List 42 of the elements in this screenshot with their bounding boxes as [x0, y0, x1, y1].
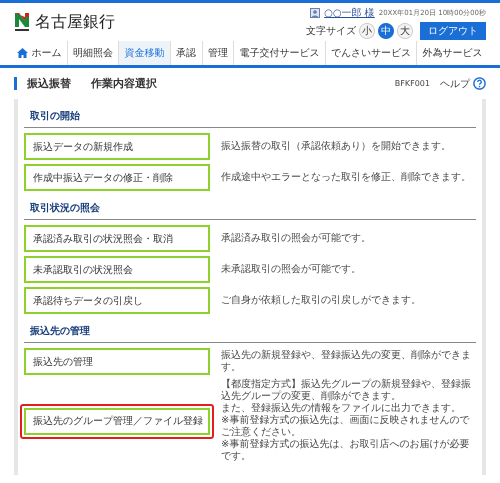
logout-button[interactable]: ログアウト [420, 22, 486, 40]
description-text: また、登録振込先の情報をファイルに出力できます。 [221, 403, 462, 414]
font-size-button[interactable]: 小 [359, 23, 375, 39]
nav-tab[interactable]: 承認 [170, 41, 202, 65]
action-button[interactable]: 振込先の管理 [24, 348, 210, 375]
user-name[interactable]: ○○一郎 様 [324, 6, 375, 20]
description-text: 振込先の新規登録や、登録振込先の変更、削除ができます。 [221, 350, 472, 374]
description-text: 振込振替の取引（承認依頼あり）を開始できます。 [221, 140, 452, 152]
home-icon [17, 48, 28, 58]
help-icon[interactable] [473, 77, 486, 90]
description-text: ご自身が依頼した取引の引戻しができます。 [221, 294, 422, 306]
action-button[interactable]: 未承認取引の状況照会 [24, 256, 210, 283]
font-size-label: 文字サイズ [306, 24, 356, 38]
nav-tab[interactable]: 電子交付サービス [233, 41, 325, 65]
section-heading: 取引の開始 [24, 103, 476, 128]
description-text: 【都度指定方式】振込先グループの新規登録や、登録振込先グループの変更、削除ができます。 [221, 379, 472, 402]
bank-logo-icon [14, 12, 30, 32]
nav-tab[interactable]: でんさいサービス [324, 41, 416, 65]
description-text: 作成途中やエラーとなった取引を修正、削除できます。 [221, 172, 472, 184]
action-button[interactable]: 振込先のグループ管理／ファイル登録 [24, 408, 210, 434]
page-category: 振込振替 [27, 76, 71, 91]
action-button[interactable]: 作成中振込データの修正・削除 [24, 164, 210, 191]
action-button[interactable]: 承認済み取引の状況照会・取消 [24, 225, 210, 252]
section-heading: 振込先の管理 [24, 318, 476, 343]
font-size-button[interactable]: 大 [397, 23, 413, 39]
screen-id: BFKF001 [394, 79, 430, 88]
description-text: 未承認取引の照会が可能です。 [221, 264, 362, 276]
bank-name: 名古屋銀行 [35, 12, 115, 32]
nav-tab[interactable]: 外為サービス [416, 41, 488, 65]
description-text: 承認済み取引の照会が可能です。 [221, 232, 372, 244]
nav-tab[interactable]: ホーム [12, 41, 67, 65]
description-text: ※事前登録方式の振込先は、お取引店へのお届けが必要です。 [221, 439, 470, 463]
action-button[interactable]: 承認待ちデータの引戻し [24, 287, 210, 314]
section-heading: 取引状況の照会 [24, 195, 476, 220]
nav-tab[interactable]: 資金移動 [118, 41, 170, 65]
nav-tab[interactable]: 管理 [202, 41, 234, 65]
description-text: ※事前登録方式の振込先は、画面に反映されませんのでご注意ください。 [221, 415, 470, 438]
help-link[interactable]: ヘルプ [440, 76, 470, 90]
page-title: 作業内容選択 [91, 76, 158, 91]
user-icon [310, 8, 320, 18]
action-button[interactable]: 振込データの新規作成 [24, 133, 210, 160]
font-size-button[interactable]: 中 [378, 23, 394, 39]
